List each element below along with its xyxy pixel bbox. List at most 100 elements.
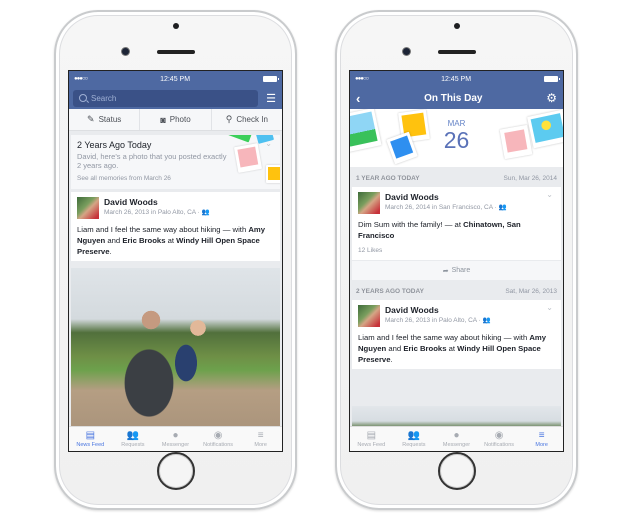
post-text: Liam and I feel the same way about hikin… <box>77 224 274 257</box>
post-meta: March 26, 2013 in Palo Alto, CA · 👥 <box>104 208 210 216</box>
status-bar: ●●●○○ 12:45 PM <box>69 71 282 87</box>
search-placeholder: Search <box>91 93 117 103</box>
share-button[interactable]: ➦ Share <box>352 260 561 280</box>
tab-label: More <box>535 442 548 448</box>
sun-photo-card <box>527 109 563 149</box>
tab-messenger[interactable]: ● Messenger <box>154 427 197 451</box>
globe-icon: ◉ <box>494 430 504 441</box>
location-pin-icon: ⚲ <box>225 114 233 124</box>
tab-label: News Feed <box>357 442 386 448</box>
sensor-dot <box>453 23 460 29</box>
memory-card[interactable]: 2 Years Ago Today David, here's a photo … <box>71 135 280 189</box>
tagged-friend-link[interactable]: Eric Brooks <box>403 344 446 353</box>
app-header: Search ☰ <box>69 87 282 109</box>
avatar[interactable] <box>77 197 99 219</box>
post-text-body: Liam and I feel the same way about hikin… <box>77 225 249 234</box>
edit-icon: ✎ <box>87 114 95 124</box>
tab-requests[interactable]: 👥 Requests <box>112 427 155 451</box>
post-photo[interactable] <box>71 268 280 438</box>
tab-messenger[interactable]: ● Messenger <box>435 427 478 451</box>
globe-icon: ◉ <box>213 430 223 441</box>
hero-day: 26 <box>443 127 470 153</box>
search-input[interactable]: Search <box>73 89 258 107</box>
tab-label: Messenger <box>161 442 190 448</box>
section-header: 1 YEAR AGO TODAY Sun, Mar 26, 2014 <box>350 167 563 187</box>
post-text-and: and <box>386 344 404 353</box>
tab-requests[interactable]: 👥 Requests <box>393 427 436 451</box>
post-author[interactable]: David Woods <box>104 197 210 207</box>
post-text-end: . <box>390 355 393 364</box>
chevron-down-icon[interactable]: ⌄ <box>546 190 553 199</box>
post-header: David Woods March 26, 2013 in Palo Alto,… <box>77 197 274 219</box>
post-text: Liam and I feel the same way about hikin… <box>358 332 555 365</box>
phone-news-feed: ●●●○○ 12:45 PM Search ☰ ✎ Status ◙ Photo… <box>54 10 297 510</box>
post-date-location: March 26, 2014 in San Francisco, CA · <box>385 204 499 211</box>
home-button[interactable] <box>156 452 195 490</box>
check-in-button[interactable]: ⚲ Check In <box>212 109 282 130</box>
post-meta: March 26, 2014 in San Francisco, CA · 👥 <box>385 203 507 211</box>
avatar[interactable] <box>358 305 380 327</box>
front-camera <box>403 48 410 55</box>
photo-button[interactable]: ◙ Photo <box>140 109 212 130</box>
phone-on-this-day: ●●●○○ 12:45 PM ‹ On This Day ⚙ MAR 26 1 … <box>335 10 578 510</box>
earpiece <box>156 50 195 54</box>
see-all-memories-link[interactable]: See all memories from March 26 <box>77 175 274 182</box>
post-date-location: March 26, 2013 in Palo Alto, CA · <box>385 317 483 324</box>
friend-list-icon[interactable]: ☰ <box>264 92 278 105</box>
composer-bar: ✎ Status ◙ Photo ⚲ Check In <box>69 109 282 131</box>
post: ⌄ David Woods March 26, 2014 in San Fran… <box>352 187 561 260</box>
section-header: 2 YEARS AGO TODAY Sat, Mar 26, 2013 <box>350 280 563 300</box>
friends-audience-icon: 👥 <box>498 204 507 211</box>
screen: ●●●○○ 12:45 PM ‹ On This Day ⚙ MAR 26 1 … <box>349 70 564 452</box>
post: ⌄ David Woods March 26, 2013 in Palo Alt… <box>352 300 561 369</box>
post-header: David Woods March 26, 2014 in San Franci… <box>358 192 555 214</box>
post-text-end: . <box>109 247 112 256</box>
menu-icon: ≡ <box>257 430 264 441</box>
earpiece <box>437 50 476 54</box>
friends-audience-icon: 👥 <box>482 317 491 324</box>
tab-label: Messenger <box>442 442 471 448</box>
status-time: 12:45 PM <box>441 75 472 83</box>
avatar[interactable] <box>358 192 380 214</box>
tab-news-feed[interactable]: ▤ News Feed <box>350 427 393 451</box>
menu-icon: ≡ <box>538 430 545 441</box>
post-author[interactable]: David Woods <box>385 305 491 315</box>
home-button[interactable] <box>437 452 476 490</box>
post-meta: March 26, 2013 in Palo Alto, CA · 👥 <box>385 316 491 324</box>
status-button[interactable]: ✎ Status <box>69 109 141 130</box>
status-time: 12:45 PM <box>160 75 191 83</box>
share-icon: ➦ <box>442 267 449 275</box>
friends-audience-icon: 👥 <box>201 209 210 216</box>
memory-body: David, here's a photo that you posted ex… <box>77 152 227 170</box>
tab-more[interactable]: ≡ More <box>520 427 563 451</box>
back-button[interactable]: ‹ <box>356 91 360 106</box>
post-date-location: March 26, 2013 in Palo Alto, CA · <box>104 209 202 216</box>
calendar-icon <box>499 124 533 160</box>
gear-icon[interactable]: ⚙ <box>546 91 557 105</box>
section-label: 1 YEAR AGO TODAY <box>356 175 420 182</box>
post-text-at: at <box>446 344 458 353</box>
messenger-icon: ● <box>172 430 179 441</box>
post-text-and: and <box>105 236 123 245</box>
tab-news-feed[interactable]: ▤ News Feed <box>69 427 112 451</box>
tab-label: News Feed <box>76 442 105 448</box>
signal-icon: ●●●○○ <box>355 76 369 82</box>
post-text-at: at <box>165 236 177 245</box>
nav-bar: ‹ On This Day ⚙ <box>350 87 563 109</box>
tab-notifications[interactable]: ◉ Notifications <box>197 427 240 451</box>
likes-count[interactable]: 12 Likes <box>358 247 555 256</box>
friend-requests-icon: 👥 <box>407 430 421 441</box>
front-camera <box>122 48 129 55</box>
post-header: David Woods March 26, 2013 in Palo Alto,… <box>358 305 555 327</box>
photo-label: Photo <box>169 115 191 124</box>
chevron-down-icon[interactable]: ⌄ <box>546 303 553 312</box>
camera-icon: ◙ <box>160 114 166 125</box>
calendar-icon <box>233 143 263 173</box>
tab-bar: ▤ News Feed 👥 Requests ● Messenger ◉ Notific… <box>350 426 563 451</box>
tab-more[interactable]: ≡ More <box>239 427 282 451</box>
tagged-friend-link[interactable]: Eric Brooks <box>122 236 165 245</box>
section-label: 2 YEARS AGO TODAY <box>356 288 424 295</box>
tab-notifications[interactable]: ◉ Notifications <box>478 427 521 451</box>
post-author[interactable]: David Woods <box>385 192 507 202</box>
signal-icon: ●●●○○ <box>74 76 88 82</box>
